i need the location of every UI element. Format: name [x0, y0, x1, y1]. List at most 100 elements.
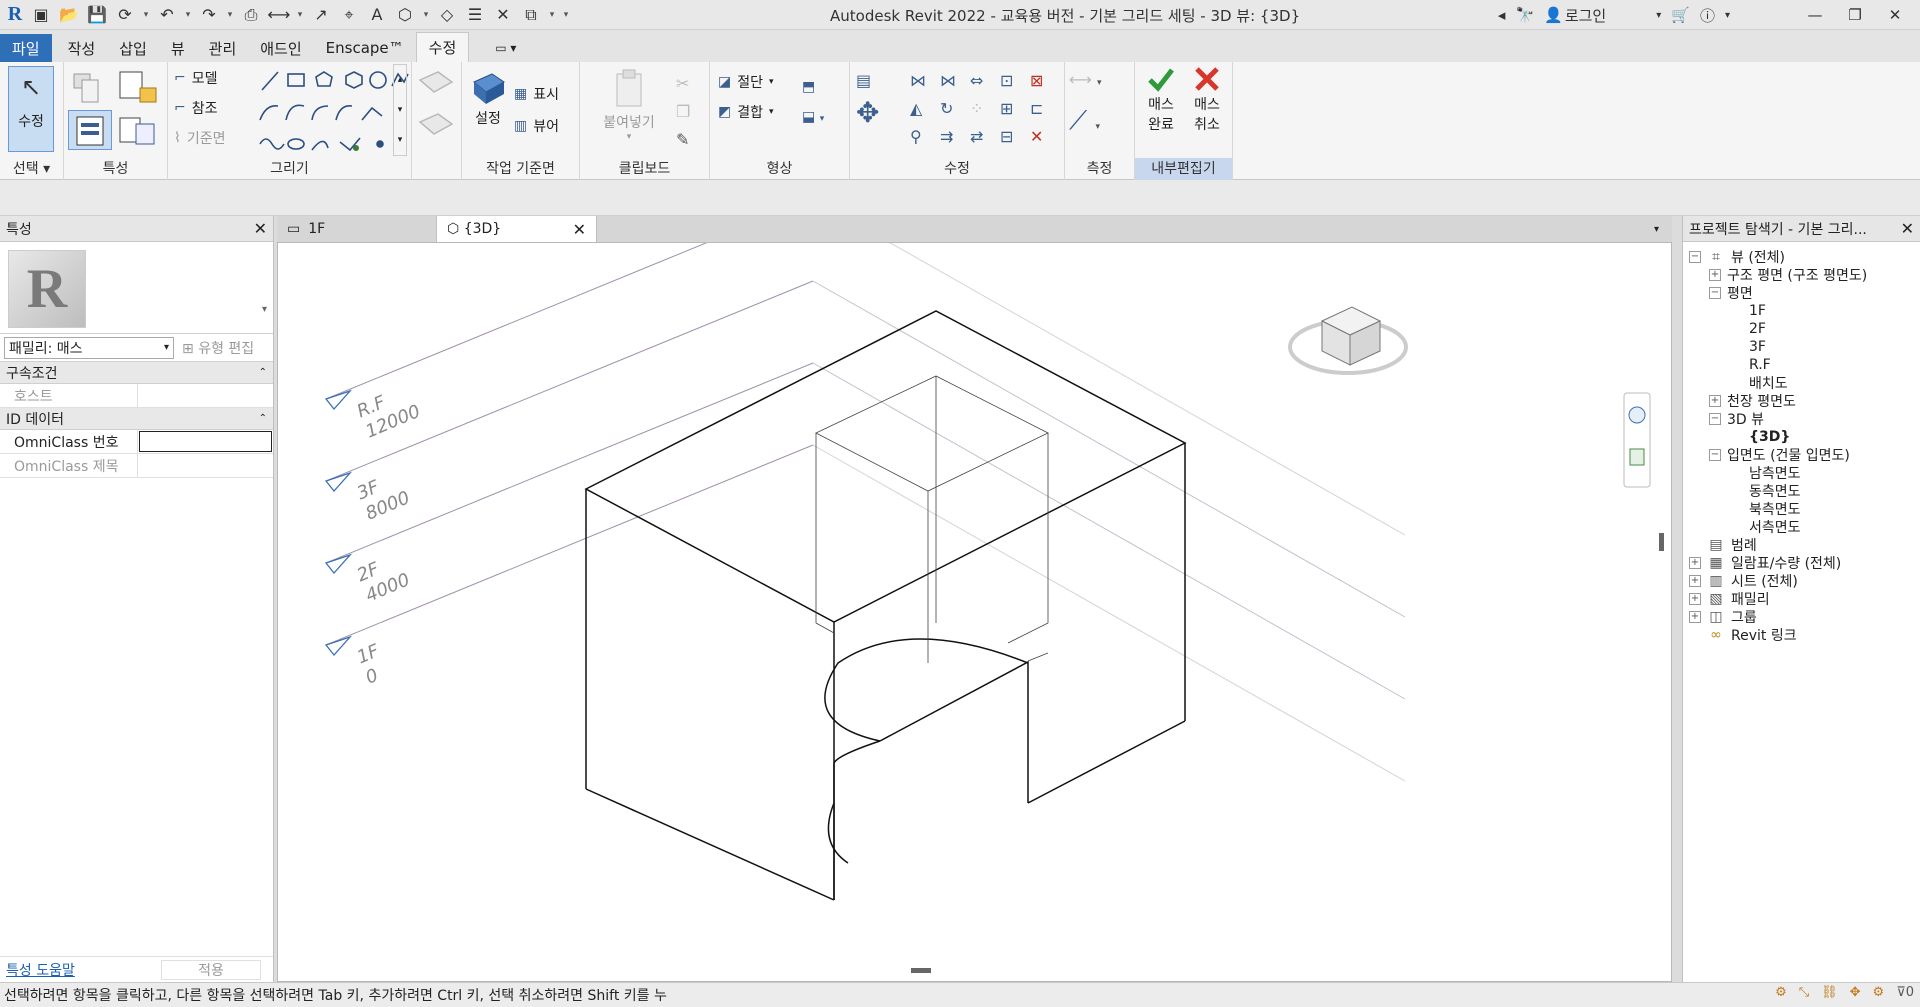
- tab-file[interactable]: 파일: [0, 34, 52, 62]
- model-line-button[interactable]: ⌐ 모델: [174, 68, 218, 88]
- paste-button[interactable]: 붙여넣기 ▾: [594, 68, 664, 142]
- expand-icon[interactable]: +: [1689, 575, 1701, 587]
- tab-insert[interactable]: 삽입: [107, 34, 159, 62]
- text-icon[interactable]: A: [364, 3, 390, 27]
- cut-icon[interactable]: ✂: [676, 70, 690, 98]
- undo-icon[interactable]: ↶: [154, 3, 180, 27]
- help-dropdown-icon[interactable]: ▾: [1725, 10, 1730, 21]
- binoculars-icon[interactable]: 🔭: [1515, 6, 1534, 24]
- join-geometry-button[interactable]: ◩ 결합 ▾: [718, 102, 774, 122]
- view-tab-1f[interactable]: ▭ 1F: [277, 216, 437, 242]
- sync-icon[interactable]: ⟳: [112, 3, 138, 27]
- collapse-icon[interactable]: −: [1689, 251, 1701, 263]
- collapse-icon[interactable]: −: [1709, 449, 1721, 461]
- ribbon-minimize-toggle[interactable]: ▭ ▾: [483, 34, 528, 62]
- undo-dropdown-icon[interactable]: ▾: [182, 3, 194, 27]
- select-pinned-icon[interactable]: ✥: [1850, 985, 1861, 1000]
- draw-tools-gallery[interactable]: [252, 64, 412, 156]
- minimize-button[interactable]: —: [1800, 6, 1830, 24]
- pick-tools-icon[interactable]: [412, 64, 460, 156]
- copy-icon[interactable]: ❐: [676, 98, 690, 126]
- tag-icon[interactable]: ⌖: [336, 3, 362, 27]
- print-icon[interactable]: ⎙: [238, 3, 264, 27]
- drawing-canvas[interactable]: R.F 12000 3F 8000 2F 4000 1F 0: [277, 198, 1672, 982]
- modify-button[interactable]: ↖ 수정: [8, 66, 54, 152]
- filter-icon[interactable]: ⊽0: [1896, 985, 1914, 1000]
- close-window-button[interactable]: ✕: [1880, 6, 1910, 24]
- browser-item[interactable]: ∞ Revit 링크: [1689, 624, 1796, 646]
- worksets-icon[interactable]: ⚙: [1775, 985, 1787, 1000]
- tab-modify[interactable]: 수정: [415, 32, 470, 62]
- group-constraints[interactable]: 구속조건 ⌃: [0, 362, 273, 384]
- cart-icon[interactable]: 🛒: [1671, 6, 1690, 24]
- cut-geometry-button[interactable]: ◪ 절단 ▾: [718, 72, 774, 92]
- type-properties-icon[interactable]: [70, 68, 110, 108]
- family-types-icon[interactable]: [116, 110, 160, 150]
- collapse-icon[interactable]: −: [1709, 287, 1721, 299]
- split-face-icon[interactable]: ⬒: [802, 72, 824, 102]
- select-links-icon[interactable]: ⛓: [1821, 985, 1838, 1000]
- paint-icon[interactable]: ⬓ ▾: [802, 102, 824, 134]
- aligned-dimension-icon[interactable]: ↗: [308, 3, 334, 27]
- workplane-viewer-button[interactable]: ▥ 뷰어: [514, 116, 559, 136]
- properties-toggle-icon[interactable]: [68, 110, 112, 150]
- measure-icon[interactable]: ⟷: [266, 3, 292, 27]
- dimension-icon[interactable]: ⟋ ▾: [1069, 106, 1100, 137]
- tab-enscape[interactable]: Enscape™: [314, 34, 416, 62]
- login-button[interactable]: 로그인: [1565, 5, 1606, 26]
- omniclass-number-field[interactable]: [139, 431, 272, 452]
- type-selector[interactable]: R ▾: [0, 242, 273, 334]
- expand-icon[interactable]: +: [1709, 269, 1721, 281]
- family-category-icon[interactable]: [116, 68, 160, 108]
- tab-view[interactable]: 뷰: [159, 34, 197, 62]
- edit-type-button[interactable]: ⊞ 유형 편집: [182, 338, 254, 358]
- close-view-tab-icon[interactable]: ✕: [573, 220, 586, 239]
- tab-addins[interactable]: 애드인: [248, 34, 313, 62]
- reference-plane-button[interactable]: ⌇ 기준면: [174, 128, 225, 148]
- cancel-mass-button[interactable]: 매스 취소: [1185, 64, 1229, 134]
- thin-lines-icon[interactable]: ☰: [462, 3, 488, 27]
- modify-tools-grid[interactable]: ▤ ✥ ⋈ ⋈ ⇔ ⊡ ⊠ ◭ ↻ ⁘ ⊞ ⊏ ⚲ ⇉ ⇄ ⊟ ✕: [854, 64, 1064, 156]
- info-arrow-icon[interactable]: ◂: [1498, 6, 1506, 24]
- measure-between-icon[interactable]: ⟷ ▾: [1069, 70, 1102, 89]
- draw-gallery-scroll[interactable]: ▴ ▾ ▾: [393, 64, 407, 156]
- type-selector-dropdown-icon[interactable]: ▾: [262, 304, 267, 315]
- section-icon[interactable]: ◇: [434, 3, 460, 27]
- measure-dropdown-icon[interactable]: ▾: [294, 3, 306, 27]
- design-options-icon[interactable]: ⤡: [1799, 985, 1809, 1000]
- user-icon[interactable]: 👤: [1544, 6, 1563, 24]
- home-icon[interactable]: ▣: [28, 3, 54, 27]
- restore-button[interactable]: ❐: [1840, 6, 1870, 24]
- switch-windows-dropdown-icon[interactable]: ▾: [546, 3, 558, 27]
- view-tab-3d[interactable]: ⬡ {3D} ✕: [437, 216, 597, 242]
- show-workplane-button[interactable]: ▦ 표시: [514, 84, 559, 104]
- help-icon[interactable]: ⓘ: [1700, 5, 1715, 26]
- expand-icon[interactable]: +: [1689, 593, 1701, 605]
- close-hidden-icon[interactable]: ✕: [490, 3, 516, 27]
- 3d-view-icon[interactable]: ⬡: [392, 3, 418, 27]
- redo-icon[interactable]: ↷: [196, 3, 222, 27]
- expand-icon[interactable]: +: [1689, 557, 1701, 569]
- tab-create[interactable]: 작성: [56, 34, 108, 62]
- reference-line-button[interactable]: ⌐ 참조: [174, 98, 218, 118]
- sync-dropdown-icon[interactable]: ▾: [140, 3, 152, 27]
- expand-icon[interactable]: +: [1709, 395, 1721, 407]
- view-tabs-dropdown-icon[interactable]: ▾: [1654, 216, 1672, 242]
- revit-logo-icon[interactable]: R: [4, 3, 26, 27]
- set-workplane-button[interactable]: 설정: [468, 68, 508, 128]
- select-dropdown[interactable]: 선택 ▾: [0, 158, 63, 180]
- properties-help-link[interactable]: 특성 도움말: [6, 960, 75, 980]
- open-icon[interactable]: 📂: [56, 3, 82, 27]
- navigation-bar[interactable]: [1623, 392, 1651, 488]
- drag-elements-icon[interactable]: ⚙: [1873, 985, 1885, 1000]
- expand-icon[interactable]: +: [1689, 611, 1701, 623]
- finish-mass-button[interactable]: 매스 완료: [1139, 64, 1183, 134]
- tab-manage[interactable]: 관리: [197, 34, 249, 62]
- family-filter-select[interactable]: 패밀리: 매스 ▾: [4, 336, 174, 359]
- save-icon[interactable]: 💾: [84, 3, 110, 27]
- apply-button[interactable]: 적용: [161, 959, 261, 980]
- viewcube-icon[interactable]: [1288, 306, 1408, 375]
- zoom-handle[interactable]: [911, 968, 931, 973]
- login-dropdown-icon[interactable]: ▾: [1656, 10, 1661, 21]
- collapse-icon[interactable]: −: [1709, 413, 1721, 425]
